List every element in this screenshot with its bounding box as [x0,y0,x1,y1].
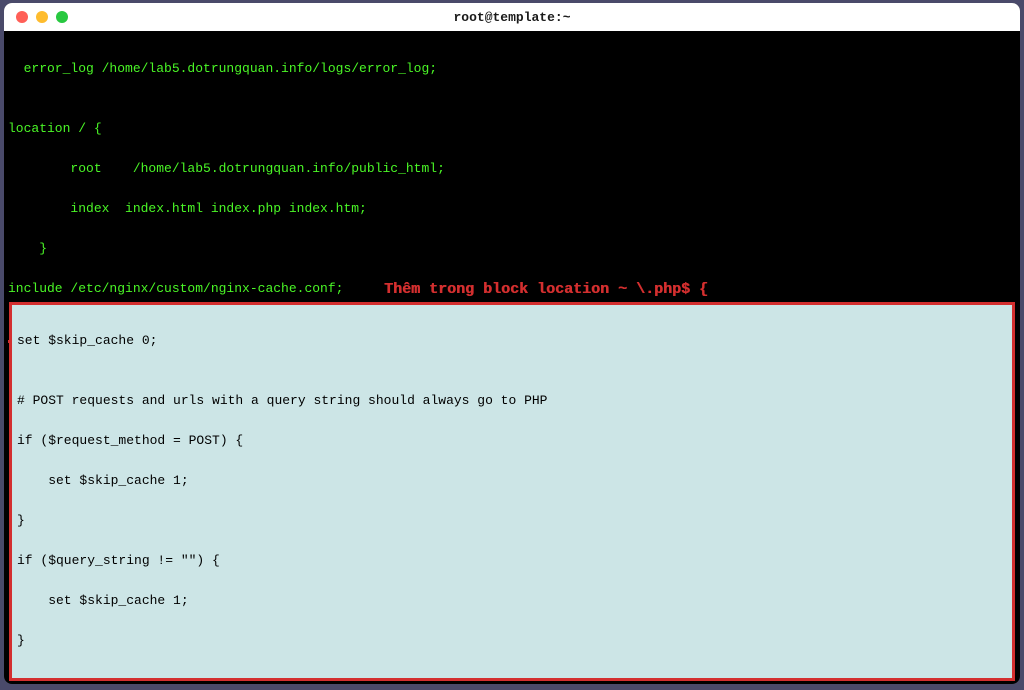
config-line: } [8,239,1016,259]
highlighted-line: set $skip_cache 1; [17,471,1007,491]
minimize-button[interactable] [36,11,48,23]
annotation-label: Thêm trong block location ~ \.php$ { [384,281,708,298]
config-line: root /home/lab5.dotrungquan.info/public_… [8,159,1016,179]
config-line: index index.html index.php index.htm; [8,199,1016,219]
highlighted-line: set $skip_cache 1; [17,591,1007,611]
window-title: root@template:~ [453,10,570,25]
highlighted-line: # POST requests and urls with a query st… [17,391,1007,411]
close-button[interactable] [16,11,28,23]
highlighted-code-box: set $skip_cache 0; # POST requests and u… [9,302,1015,681]
highlighted-line: if ($query_string != "") { [17,551,1007,571]
config-line: error_log /home/lab5.dotrungquan.info/lo… [8,59,1016,79]
config-line: location / { [8,119,1016,139]
highlighted-line: if ($request_method = POST) { [17,431,1007,451]
highlighted-line: } [17,511,1007,531]
maximize-button[interactable] [56,11,68,23]
highlighted-line: set $skip_cache 0; [17,331,1007,351]
terminal-window: root@template:~ error_log /home/lab5.dot… [4,3,1020,684]
title-bar: root@template:~ [4,3,1020,31]
highlighted-line: } [17,631,1007,651]
window-controls [16,11,68,23]
